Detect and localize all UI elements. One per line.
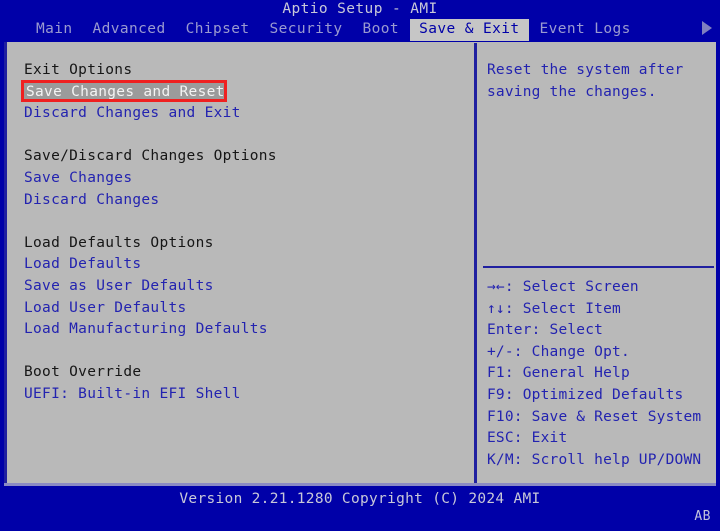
tab-chipset[interactable]: Chipset [177,19,259,41]
menu-spacer [24,211,464,233]
tab-save-and-exit[interactable]: Save & Exit [410,18,529,41]
legend-enter-select: Enter: Select [487,322,604,339]
menu-header-boot-override: Boot Override [24,364,142,381]
menu-spacer [24,341,464,363]
menu-spacer [24,125,464,147]
help-line: saving the changes. [487,83,657,100]
footer-divider [4,483,716,486]
bios-setup-screen: Aptio Setup - AMI Main Advanced Chipset … [0,0,720,531]
legend-scroll-help: K/M: Scroll help UP/DOWN [487,451,702,468]
tab-event-logs[interactable]: Event Logs [531,19,640,41]
menu-item-uefi-built-in-efi-shell[interactable]: UEFI: Built-in EFI Shell [24,384,464,406]
legend-optimized-defaults: F9: Optimized Defaults [487,386,684,403]
help-line: Reset the system after [487,62,684,78]
key-legend: →←: Select Screen ↑↓: Select Item Enter:… [487,277,720,471]
menu-header-save-discard-changes-options: Save/Discard Changes Options [24,148,277,165]
tab-bar: Main Advanced Chipset Security Boot Save… [0,18,720,41]
legend-save-reset-system: F10: Save & Reset System [487,408,702,425]
menu-item-label: Save Changes and Reset [24,82,227,101]
menu-item-discard-changes[interactable]: Discard Changes [24,190,464,212]
legend-general-help: F1: General Help [487,365,630,382]
menu-item-discard-changes-and-exit[interactable]: Discard Changes and Exit [24,103,464,125]
menu-item-load-manufacturing-defaults[interactable]: Load Manufacturing Defaults [24,319,464,341]
corner-tag: AB [694,509,711,524]
legend-esc-exit: ESC: Exit [487,430,568,447]
tab-main[interactable]: Main [27,19,82,41]
panel-divider [474,43,477,483]
triangle-right-icon[interactable] [702,21,712,35]
exit-menu-list: Exit Options Save Changes and Reset Disc… [24,60,464,406]
footer-version: Version 2.21.1280 Copyright (C) 2024 AMI [179,491,541,507]
menu-header-load-defaults-options: Load Defaults Options [24,234,214,251]
window-title: Aptio Setup - AMI [282,1,438,17]
menu-item-load-user-defaults[interactable]: Load User Defaults [24,298,464,320]
tab-advanced[interactable]: Advanced [84,19,175,41]
menu-item-load-defaults[interactable]: Load Defaults [24,254,464,276]
menu-header-exit-options: Exit Options [24,62,133,78]
legend-select-item: ↑↓: Select Item [487,300,621,317]
help-legend-separator [483,266,714,268]
menu-item-save-changes[interactable]: Save Changes [24,168,464,190]
legend-select-screen: →←: Select Screen [487,279,639,295]
legend-change-opt: +/-: Change Opt. [487,343,630,360]
menu-item-save-as-user-defaults[interactable]: Save as User Defaults [24,276,464,298]
menu-item-save-changes-and-reset[interactable]: Save Changes and Reset [24,82,464,104]
help-panel: Reset the system after saving the change… [487,60,715,103]
tab-security[interactable]: Security [261,19,352,41]
tab-boot[interactable]: Boot [354,19,409,41]
